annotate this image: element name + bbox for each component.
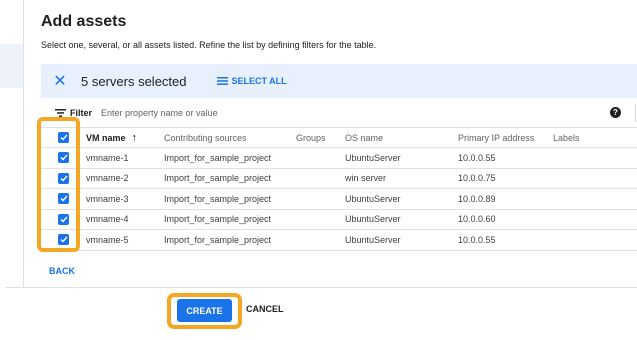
filter-input[interactable] (101, 108, 402, 118)
row-checkbox[interactable] (58, 234, 69, 246)
select-all-button[interactable]: SELECT ALL (216, 76, 287, 86)
row-select-cell (41, 152, 86, 164)
create-button[interactable]: CREATE (177, 299, 232, 322)
column-header-labels[interactable]: Labels (553, 133, 613, 143)
ip-cell: 10.0.0.55 (458, 152, 496, 163)
cancel-button[interactable]: CANCEL (246, 304, 284, 314)
list-icon (216, 77, 228, 85)
footer-left-strip (0, 287, 5, 340)
table-header: VM name ↑ Contributing sources Groups OS… (41, 127, 637, 147)
source-cell: Import_for_sample_project (164, 214, 272, 225)
ip-cell: 10.0.0.75 (458, 173, 496, 184)
row-checkbox[interactable] (58, 193, 69, 205)
footer-divider (0, 287, 637, 288)
source-cell: Import_for_sample_project (164, 193, 272, 204)
os-cell: UbuntuServer (345, 152, 401, 163)
column-header-contributing-sources[interactable]: Contributing sources (164, 133, 296, 143)
os-cell: UbuntuServer (345, 214, 401, 225)
os-cell: win server (345, 173, 387, 184)
row-checkbox[interactable] (58, 213, 69, 225)
column-header-os-name[interactable]: OS name (345, 133, 458, 143)
column-header-vm-name[interactable]: VM name ↑ (86, 132, 164, 144)
assets-table: VM name ↑ Contributing sources Groups OS… (41, 127, 637, 251)
os-cell: UbuntuServer (345, 234, 401, 245)
row-select-cell (41, 172, 86, 184)
table-bottom-border (41, 249, 637, 251)
left-panel-selected-item (0, 44, 23, 88)
ip-cell: 10.0.0.60 (458, 214, 496, 225)
arrow-up-icon[interactable]: ↑ (132, 132, 138, 144)
filter-bar: Filter ? (41, 102, 637, 124)
vm-name-cell: vmname-4 (86, 214, 129, 225)
column-header-primary-ip[interactable]: Primary IP address (458, 133, 553, 143)
page-title: Add assets (41, 13, 127, 30)
column-header-groups[interactable]: Groups (296, 133, 345, 143)
filter-label: Filter (70, 108, 93, 118)
table-row[interactable]: vmname-5 Import_for_sample_project Ubunt… (41, 229, 637, 250)
help-icon[interactable]: ? (610, 107, 621, 118)
source-cell: Import_for_sample_project (164, 152, 272, 163)
page-subtitle: Select one, several, or all assets liste… (41, 40, 377, 50)
column-header-label: VM name (86, 132, 126, 143)
table-row[interactable]: vmname-1 Import_for_sample_project Ubunt… (41, 147, 637, 168)
panel-divider (23, 0, 24, 287)
vm-name-cell: vmname-1 (86, 152, 129, 163)
ip-cell: 10.0.0.55 (458, 234, 496, 245)
row-select-cell (41, 234, 86, 246)
vm-name-cell: vmname-3 (86, 193, 129, 204)
row-select-cell (41, 213, 86, 225)
table-row[interactable]: vmname-4 Import_for_sample_project Ubunt… (41, 208, 637, 230)
source-cell: Import_for_sample_project (164, 234, 272, 245)
row-select-cell (41, 193, 86, 205)
row-checkbox[interactable] (58, 172, 69, 184)
close-icon[interactable]: ✕ (41, 71, 79, 91)
header-checkbox[interactable] (58, 132, 69, 143)
table-row[interactable]: vmname-2 Import_for_sample_project win s… (41, 167, 637, 189)
vm-name-cell: vmname-5 (86, 234, 129, 245)
filter-divider (635, 104, 636, 122)
filter-icon[interactable] (55, 109, 66, 117)
select-all-cell (41, 132, 86, 143)
ip-cell: 10.0.0.89 (458, 193, 496, 204)
vm-name-cell: vmname-2 (86, 173, 129, 184)
source-cell: Import_for_sample_project (164, 173, 272, 184)
selection-bar: ✕ 5 servers selected SELECT ALL (41, 64, 637, 98)
os-cell: UbuntuServer (345, 193, 401, 204)
table-row[interactable]: vmname-3 Import_for_sample_project Ubunt… (41, 188, 637, 209)
back-button[interactable]: BACK (49, 266, 75, 276)
row-checkbox[interactable] (58, 152, 69, 164)
select-all-label: SELECT ALL (231, 76, 287, 86)
selection-count: 5 servers selected (81, 73, 187, 89)
